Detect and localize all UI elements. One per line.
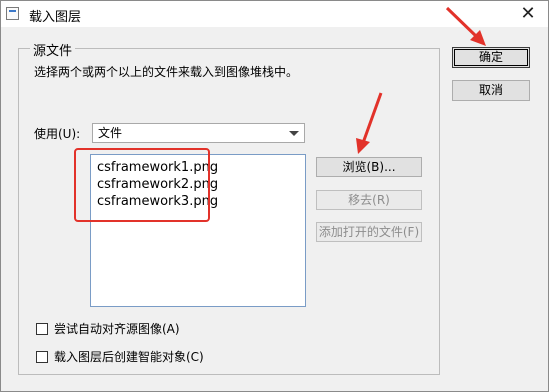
annotation-arrows	[356, 6, 486, 154]
arrow-to-ok-icon	[445, 6, 486, 46]
arrow-to-browse-icon	[356, 92, 383, 154]
